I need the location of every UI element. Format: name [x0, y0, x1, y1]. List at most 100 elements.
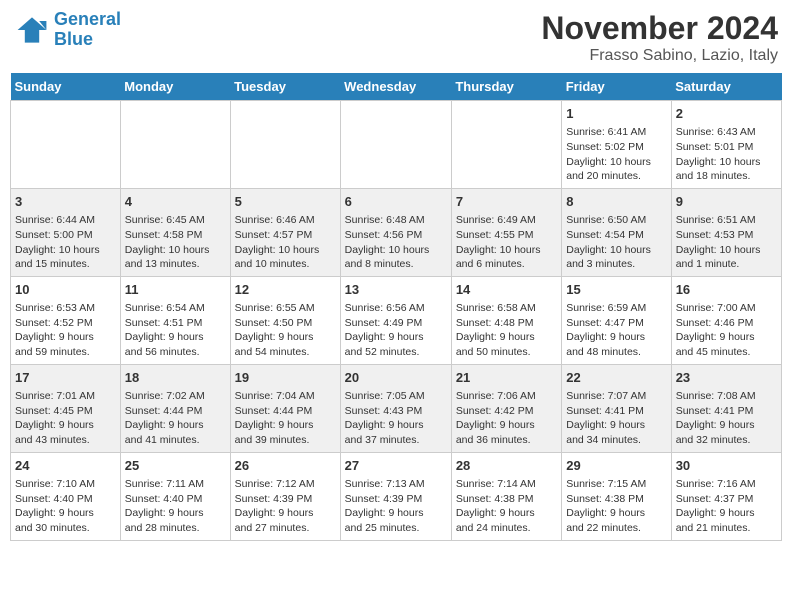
day-info: Sunrise: 6:58 AM Sunset: 4:48 PM Dayligh…	[456, 301, 557, 360]
day-info: Sunrise: 7:12 AM Sunset: 4:39 PM Dayligh…	[235, 477, 336, 536]
day-number: 15	[566, 281, 666, 299]
day-info: Sunrise: 6:50 AM Sunset: 4:54 PM Dayligh…	[566, 213, 666, 272]
calendar-cell: 1 Sunrise: 6:41 AM Sunset: 5:02 PM Daylig…	[562, 101, 671, 189]
day-info: Sunrise: 7:16 AM Sunset: 4:37 PM Dayligh…	[676, 477, 777, 536]
week-row-5: 24 Sunrise: 7:10 AM Sunset: 4:40 PM Dayli…	[11, 452, 782, 540]
logo: General Blue	[14, 10, 121, 50]
calendar-table: SundayMondayTuesdayWednesdayThursdayFrid…	[10, 73, 782, 541]
day-number: 26	[235, 457, 336, 475]
day-number: 21	[456, 369, 557, 387]
day-info: Sunrise: 7:02 AM Sunset: 4:44 PM Dayligh…	[125, 389, 226, 448]
week-row-3: 10Sunrise: 6:53 AM Sunset: 4:52 PM Dayli…	[11, 276, 782, 364]
day-number: 14	[456, 281, 557, 299]
calendar-cell: 11 Sunrise: 6:54 AM Sunset: 4:51 PM Dayli…	[120, 276, 230, 364]
calendar-cell	[230, 101, 340, 189]
calendar-cell	[11, 101, 121, 189]
day-info: Sunrise: 6:44 AM Sunset: 5:00 PM Dayligh…	[15, 213, 116, 272]
day-number: 8	[566, 193, 666, 211]
calendar-cell: 20 Sunrise: 7:05 AM Sunset: 4:43 PM Dayli…	[340, 364, 451, 452]
dow-wednesday: Wednesday	[340, 73, 451, 101]
logo-line2: Blue	[54, 29, 93, 49]
sub-title: Frasso Sabino, Lazio, Italy	[541, 47, 778, 65]
day-number: 20	[345, 369, 447, 387]
main-title: November 2024	[541, 10, 778, 47]
week-row-4: 17Sunrise: 7:01 AM Sunset: 4:45 PM Dayli…	[11, 364, 782, 452]
day-info: Sunrise: 7:07 AM Sunset: 4:41 PM Dayligh…	[566, 389, 666, 448]
calendar-cell: 18 Sunrise: 7:02 AM Sunset: 4:44 PM Dayli…	[120, 364, 230, 452]
day-number: 3	[15, 193, 116, 211]
calendar-cell: 5Sunrise: 6:46 AM Sunset: 4:57 PM Daylig…	[230, 188, 340, 276]
calendar-cell: 8 Sunrise: 6:50 AM Sunset: 4:54 PM Daylig…	[562, 188, 671, 276]
dow-monday: Monday	[120, 73, 230, 101]
day-info: Sunrise: 6:55 AM Sunset: 4:50 PM Dayligh…	[235, 301, 336, 360]
calendar-cell: 16 Sunrise: 7:00 AM Sunset: 4:46 PM Dayli…	[671, 276, 781, 364]
day-number: 22	[566, 369, 666, 387]
day-number: 18	[125, 369, 226, 387]
day-info: Sunrise: 7:01 AM Sunset: 4:45 PM Dayligh…	[15, 389, 116, 448]
days-of-week-header: SundayMondayTuesdayWednesdayThursdayFrid…	[11, 73, 782, 101]
calendar-cell	[120, 101, 230, 189]
day-info: Sunrise: 7:06 AM Sunset: 4:42 PM Dayligh…	[456, 389, 557, 448]
calendar-cell: 2 Sunrise: 6:43 AM Sunset: 5:01 PM Daylig…	[671, 101, 781, 189]
calendar-cell: 17Sunrise: 7:01 AM Sunset: 4:45 PM Dayli…	[11, 364, 121, 452]
calendar-cell: 29 Sunrise: 7:15 AM Sunset: 4:38 PM Dayli…	[562, 452, 671, 540]
day-info: Sunrise: 7:00 AM Sunset: 4:46 PM Dayligh…	[676, 301, 777, 360]
calendar-cell: 23 Sunrise: 7:08 AM Sunset: 4:41 PM Dayli…	[671, 364, 781, 452]
day-number: 30	[676, 457, 777, 475]
day-info: Sunrise: 7:08 AM Sunset: 4:41 PM Dayligh…	[676, 389, 777, 448]
calendar-body: 1 Sunrise: 6:41 AM Sunset: 5:02 PM Daylig…	[11, 101, 782, 541]
dow-friday: Friday	[562, 73, 671, 101]
calendar-cell: 7Sunrise: 6:49 AM Sunset: 4:55 PM Daylig…	[451, 188, 561, 276]
day-info: Sunrise: 7:10 AM Sunset: 4:40 PM Dayligh…	[15, 477, 116, 536]
calendar-cell: 27 Sunrise: 7:13 AM Sunset: 4:39 PM Dayli…	[340, 452, 451, 540]
day-info: Sunrise: 6:51 AM Sunset: 4:53 PM Dayligh…	[676, 213, 777, 272]
day-number: 28	[456, 457, 557, 475]
day-number: 11	[125, 281, 226, 299]
day-number: 23	[676, 369, 777, 387]
day-info: Sunrise: 7:05 AM Sunset: 4:43 PM Dayligh…	[345, 389, 447, 448]
day-number: 27	[345, 457, 447, 475]
calendar-cell: 6Sunrise: 6:48 AM Sunset: 4:56 PM Daylig…	[340, 188, 451, 276]
calendar-cell: 4 Sunrise: 6:45 AM Sunset: 4:58 PM Daylig…	[120, 188, 230, 276]
day-number: 9	[676, 193, 777, 211]
day-info: Sunrise: 7:13 AM Sunset: 4:39 PM Dayligh…	[345, 477, 447, 536]
day-number: 1	[566, 105, 666, 123]
week-row-2: 3 Sunrise: 6:44 AM Sunset: 5:00 PM Daylig…	[11, 188, 782, 276]
dow-saturday: Saturday	[671, 73, 781, 101]
day-info: Sunrise: 6:43 AM Sunset: 5:01 PM Dayligh…	[676, 125, 777, 184]
day-info: Sunrise: 7:15 AM Sunset: 4:38 PM Dayligh…	[566, 477, 666, 536]
day-info: Sunrise: 6:41 AM Sunset: 5:02 PM Dayligh…	[566, 125, 666, 184]
calendar-cell: 10Sunrise: 6:53 AM Sunset: 4:52 PM Dayli…	[11, 276, 121, 364]
day-info: Sunrise: 6:46 AM Sunset: 4:57 PM Dayligh…	[235, 213, 336, 272]
dow-tuesday: Tuesday	[230, 73, 340, 101]
day-info: Sunrise: 6:56 AM Sunset: 4:49 PM Dayligh…	[345, 301, 447, 360]
calendar-cell: 22 Sunrise: 7:07 AM Sunset: 4:41 PM Dayli…	[562, 364, 671, 452]
day-info: Sunrise: 6:53 AM Sunset: 4:52 PM Dayligh…	[15, 301, 116, 360]
day-info: Sunrise: 6:59 AM Sunset: 4:47 PM Dayligh…	[566, 301, 666, 360]
day-number: 4	[125, 193, 226, 211]
day-info: Sunrise: 6:54 AM Sunset: 4:51 PM Dayligh…	[125, 301, 226, 360]
day-info: Sunrise: 7:11 AM Sunset: 4:40 PM Dayligh…	[125, 477, 226, 536]
calendar-cell: 9 Sunrise: 6:51 AM Sunset: 4:53 PM Daylig…	[671, 188, 781, 276]
calendar-cell: 24 Sunrise: 7:10 AM Sunset: 4:40 PM Dayli…	[11, 452, 121, 540]
day-number: 13	[345, 281, 447, 299]
day-number: 12	[235, 281, 336, 299]
calendar-cell: 13 Sunrise: 6:56 AM Sunset: 4:49 PM Dayli…	[340, 276, 451, 364]
calendar-cell: 25 Sunrise: 7:11 AM Sunset: 4:40 PM Dayli…	[120, 452, 230, 540]
day-info: Sunrise: 6:45 AM Sunset: 4:58 PM Dayligh…	[125, 213, 226, 272]
day-number: 25	[125, 457, 226, 475]
dow-sunday: Sunday	[11, 73, 121, 101]
day-number: 24	[15, 457, 116, 475]
calendar-cell: 3 Sunrise: 6:44 AM Sunset: 5:00 PM Daylig…	[11, 188, 121, 276]
day-number: 29	[566, 457, 666, 475]
calendar-cell: 15 Sunrise: 6:59 AM Sunset: 4:47 PM Dayli…	[562, 276, 671, 364]
day-number: 16	[676, 281, 777, 299]
day-number: 2	[676, 105, 777, 123]
week-row-1: 1 Sunrise: 6:41 AM Sunset: 5:02 PM Daylig…	[11, 101, 782, 189]
day-info: Sunrise: 6:48 AM Sunset: 4:56 PM Dayligh…	[345, 213, 447, 272]
logo-text: General Blue	[54, 10, 121, 50]
day-info: Sunrise: 6:49 AM Sunset: 4:55 PM Dayligh…	[456, 213, 557, 272]
calendar-cell: 21 Sunrise: 7:06 AM Sunset: 4:42 PM Dayli…	[451, 364, 561, 452]
day-number: 19	[235, 369, 336, 387]
calendar-cell: 26 Sunrise: 7:12 AM Sunset: 4:39 PM Dayli…	[230, 452, 340, 540]
